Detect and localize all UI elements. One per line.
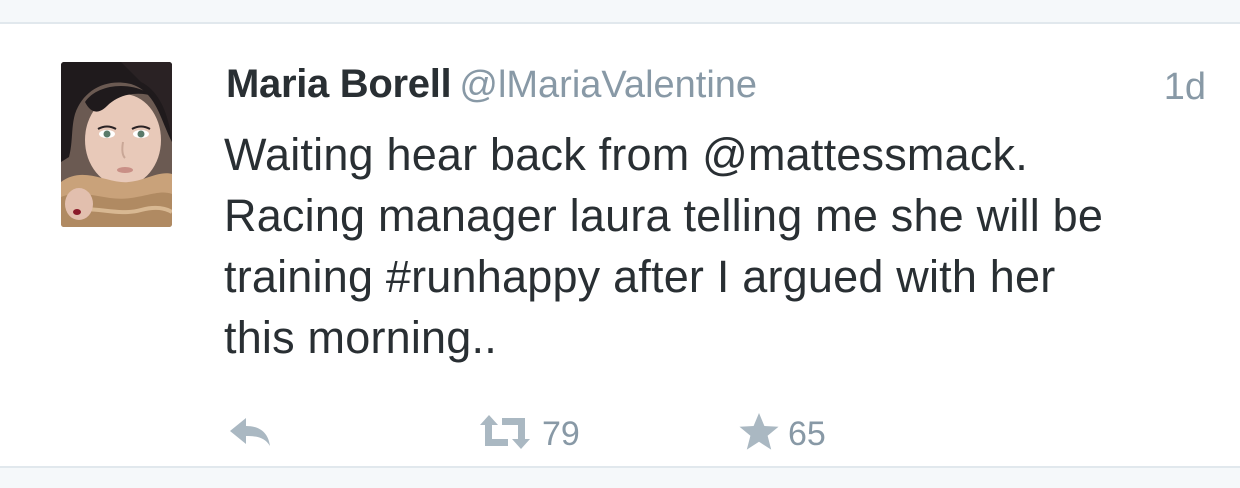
tweet-card[interactable]: Maria Borell @lMariaValentine 1d Waiting … [0, 24, 1240, 466]
retweet-button[interactable]: 79 [476, 409, 580, 459]
top-band [0, 0, 1240, 24]
retweet-count: 79 [542, 414, 580, 453]
retweet-icon [476, 413, 534, 456]
favorite-button[interactable]: 65 [738, 409, 826, 459]
star-icon [738, 412, 780, 457]
tweet-timestamp[interactable]: 1d [1164, 66, 1206, 109]
bottom-band [0, 468, 1240, 488]
tweet-actions: 79 65 [226, 409, 1026, 459]
avatar-image [61, 62, 172, 227]
reply-icon [228, 415, 272, 454]
reply-button[interactable] [228, 409, 272, 459]
author-display-name[interactable]: Maria Borell [226, 62, 452, 106]
avatar[interactable] [61, 62, 172, 227]
author-handle[interactable]: @lMariaValentine [459, 64, 757, 106]
favorite-count: 65 [788, 414, 826, 453]
tweet-text: Waiting hear back from @mattessmack. Rac… [224, 129, 1104, 363]
tweet-header: Maria Borell @lMariaValentine 1d [226, 62, 1206, 114]
